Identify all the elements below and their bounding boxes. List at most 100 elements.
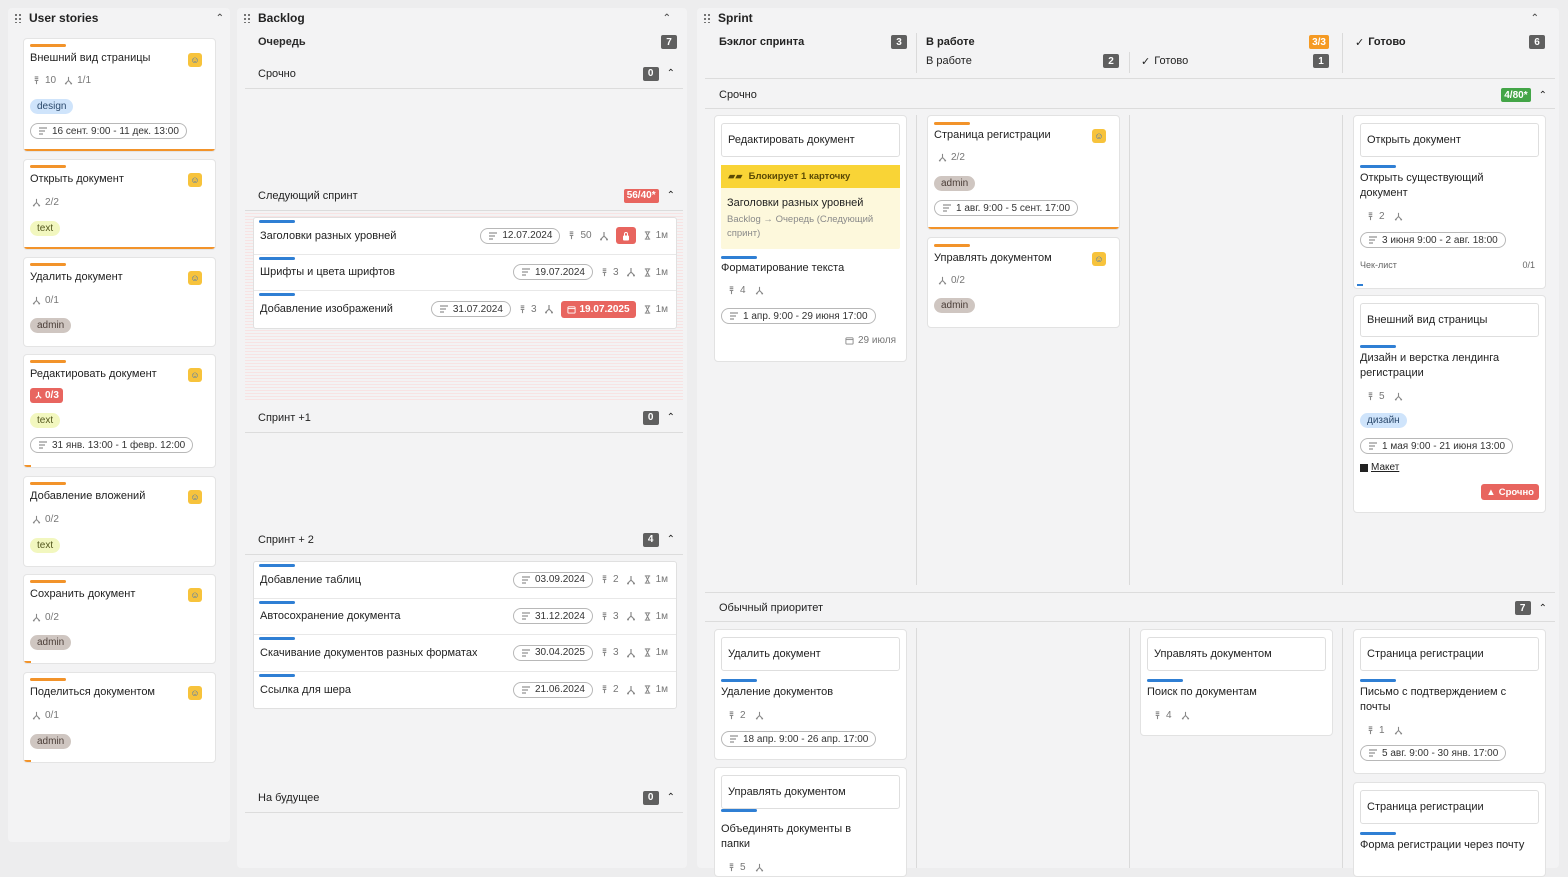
- period-icon: [942, 204, 952, 212]
- period-pill: 1 апр. 9:00 - 29 июня 17:00: [721, 308, 876, 324]
- story-card[interactable]: Добавление вложений ☺ 0/2 text: [23, 476, 216, 567]
- task-card[interactable]: Страница регистрации Форма регистрации ч…: [1353, 782, 1546, 877]
- card-meta: 0/1: [32, 710, 59, 721]
- parent-story[interactable]: Страница регистрации: [1360, 790, 1539, 824]
- subtasks-icon: [32, 296, 41, 305]
- parent-story[interactable]: Редактировать документ: [721, 123, 900, 157]
- drag-handle-icon[interactable]: [14, 13, 22, 23]
- story-card[interactable]: Страница регистрации ☺ 2/2 admin 1 авг. …: [927, 115, 1120, 230]
- period-icon: [521, 686, 531, 694]
- user-stories-header: User stories ⌃: [8, 8, 230, 28]
- backlog-row[interactable]: Заголовки разных уровней 12.07.2024 50 1…: [254, 218, 676, 255]
- collapse-icon: ⌃: [666, 68, 675, 79]
- backlog-row[interactable]: Добавление таблиц 03.09.2024 2 1м: [254, 562, 676, 599]
- parent-story[interactable]: Управлять документом: [1147, 637, 1326, 671]
- col-in-work-sub: В работе 2: [926, 54, 1119, 68]
- story-points-icon: [727, 286, 736, 295]
- collapse-icon: ⌃: [666, 534, 675, 545]
- backlog-row[interactable]: Автосохранение документа 31.12.2024 3 1м: [254, 599, 676, 635]
- lane-urgent[interactable]: Срочно 4/80* ⌃: [719, 88, 1547, 102]
- story-card[interactable]: Сохранить документ ☺ 0/2 admin: [23, 574, 216, 664]
- parent-story[interactable]: Страница регистрации: [1360, 637, 1539, 671]
- period-pill: 1 авг. 9:00 - 5 сент. 17:00: [934, 200, 1079, 216]
- parent-story[interactable]: Открыть документ: [1360, 123, 1539, 157]
- subtasks-icon: [32, 613, 41, 622]
- story-points-icon: [518, 305, 527, 314]
- period-icon: [729, 735, 739, 743]
- subtasks-icon: [626, 267, 636, 277]
- drag-handle-icon[interactable]: [703, 13, 711, 23]
- collapse-icon[interactable]: ⌃: [216, 13, 224, 24]
- fire-icon: ▲: [1486, 486, 1496, 498]
- lock-icon[interactable]: [615, 227, 636, 245]
- section-urgent[interactable]: Срочно 0 ⌃: [245, 59, 683, 89]
- task-name: Автосохранение документа: [260, 610, 401, 623]
- attachment-link[interactable]: Макет: [1360, 462, 1399, 473]
- assignee-avatar: ☺: [1092, 252, 1106, 266]
- subtasks-badge: 0/3: [30, 388, 63, 403]
- parent-story[interactable]: Управлять документом: [721, 775, 900, 809]
- lane-normal[interactable]: Обычный приоритет 7 ⌃: [719, 601, 1547, 615]
- task-card[interactable]: Редактировать документ ▰▰ Блокирует 1 кар…: [714, 115, 907, 362]
- tag: text: [30, 413, 61, 428]
- tag: design: [30, 99, 74, 114]
- card-meta: 2/2: [32, 197, 59, 208]
- card-title: Поделиться документом: [30, 686, 155, 698]
- backlog-row[interactable]: Добавление изображений 31.07.2024 3 19.0…: [254, 291, 676, 328]
- story-points-icon: [600, 575, 609, 584]
- section-next-sprint[interactable]: Следующий спринт 56/40* ⌃: [245, 181, 683, 211]
- col-done: ✓ Готово 6: [1355, 35, 1545, 49]
- collapse-icon: ⌃: [666, 190, 675, 201]
- task-card[interactable]: Открыть документ Открыть существующий до…: [1353, 115, 1546, 289]
- section-future[interactable]: На будущее 0 ⌃: [245, 783, 683, 813]
- urgent-badge: ▲ Срочно: [1481, 484, 1539, 500]
- subtasks-icon: [626, 648, 636, 658]
- collapse-icon[interactable]: ⌃: [1531, 13, 1539, 24]
- story-card[interactable]: Внешний вид страницы ☺ 10 1/1 design 16 …: [23, 38, 216, 152]
- story-card[interactable]: Поделиться документом ☺ 0/1 admin: [23, 672, 216, 763]
- period-icon: [1368, 749, 1378, 757]
- section-sprint-1[interactable]: Спринт +1 0 ⌃: [245, 403, 683, 433]
- subtasks-icon: [64, 76, 73, 85]
- parent-story[interactable]: Удалить документ: [721, 637, 900, 671]
- section-sprint-2[interactable]: Спринт + 2 4 ⌃: [245, 525, 683, 555]
- hourglass-icon: [643, 268, 652, 277]
- story-card[interactable]: Открыть документ ☺ 2/2 text: [23, 159, 216, 250]
- column-title: Sprint: [718, 11, 753, 25]
- date-pill: 03.09.2024: [512, 571, 593, 588]
- story-points-icon: [600, 685, 609, 694]
- subtasks-icon: [544, 304, 554, 314]
- drag-handle-icon[interactable]: [243, 13, 251, 23]
- tag: text: [30, 538, 61, 553]
- task-card[interactable]: Страница регистрации Письмо с подтвержде…: [1353, 629, 1546, 774]
- task-title: Форма регистрации через почту: [1360, 839, 1525, 851]
- date-pill: 19.07.2024: [512, 264, 593, 281]
- period-icon: [729, 312, 739, 320]
- tag: admin: [30, 635, 72, 650]
- task-name: Скачивание документов разных форматах: [260, 646, 478, 659]
- story-card[interactable]: Управлять документом ☺ 0/2 admin: [927, 237, 1120, 328]
- user-stories-column: User stories ⌃ Внешний вид страницы ☺ 10…: [8, 8, 230, 842]
- task-card[interactable]: Внешний вид страницы Дизайн и верстка ле…: [1353, 295, 1546, 513]
- story-card[interactable]: Удалить документ ☺ 0/1 admin: [23, 257, 216, 347]
- blocker-icon: ▰▰: [728, 171, 743, 182]
- subtasks-icon: [1394, 392, 1403, 401]
- story-points-icon: [1366, 212, 1375, 221]
- task-card[interactable]: Удалить документ Удаление документов 2 1…: [714, 629, 907, 760]
- task-card[interactable]: Управлять документом Объединять документ…: [714, 767, 907, 877]
- story-card[interactable]: Редактировать документ ☺ 0/3 text 31 янв…: [23, 354, 216, 468]
- backlog-row[interactable]: Шрифты и цвета шрифтов 19.07.2024 3 1м: [254, 255, 676, 291]
- task-name: Заголовки разных уровней: [260, 229, 397, 242]
- backlog-row[interactable]: Ссылка для шера 21.06.2024 2 1м: [254, 672, 676, 709]
- collapse-icon[interactable]: ⌃: [663, 13, 671, 24]
- task-name: Шрифты и цвета шрифтов: [260, 266, 395, 279]
- parent-story[interactable]: Внешний вид страницы: [1360, 303, 1539, 337]
- assignee-avatar: ☺: [188, 490, 202, 504]
- tag: admin: [934, 298, 976, 313]
- collapse-icon: ⌃: [666, 792, 675, 803]
- blocker-box[interactable]: ▰▰ Блокирует 1 карточку Заголовки разных …: [721, 165, 900, 249]
- task-card[interactable]: Управлять документом Поиск по документам…: [1140, 629, 1333, 736]
- story-points-icon: [1153, 711, 1162, 720]
- column-title: User stories: [29, 11, 99, 25]
- backlog-row[interactable]: Скачивание документов разных форматах 30…: [254, 635, 676, 672]
